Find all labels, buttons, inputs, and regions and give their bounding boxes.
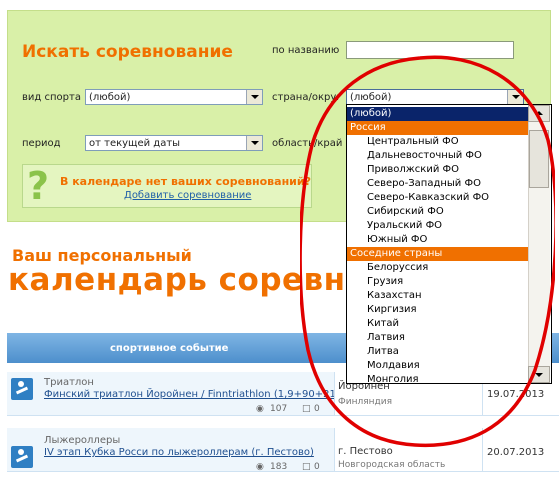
dropdown-option[interactable]: Северо-Западный ФО (347, 177, 535, 191)
row-views: 183 (270, 462, 288, 472)
dropdown-option[interactable]: Южный ФО (347, 233, 535, 247)
row-place: г. Пестово (338, 446, 393, 457)
arrow-up-icon (535, 111, 543, 115)
row-sport: Лыжероллеры (44, 435, 121, 446)
search-title: Искать соревнование (22, 42, 233, 62)
row-sport: Триатлон (44, 377, 94, 388)
dropdown-option[interactable]: Монголия (347, 373, 535, 383)
country-select[interactable]: (любой) (346, 89, 524, 105)
scrollbar-thumb[interactable] (529, 130, 549, 188)
dropdown-group: Соседние страны (347, 247, 535, 261)
period-label: период (22, 138, 61, 149)
dropdown-group: Россия (347, 121, 535, 135)
chevron-down-icon[interactable] (246, 136, 262, 150)
dropdown-option[interactable]: Литва (347, 345, 535, 359)
dropdown-option[interactable]: Центральный ФО (347, 135, 535, 149)
country-dropdown-list[interactable]: (любой) Россия Центральный ФО Дальневост… (346, 104, 552, 384)
row-event-link[interactable]: IV этап Кубка Росси по лыжероллерам (г. … (44, 447, 314, 458)
views-icon: ◉ (256, 404, 264, 414)
by-name-label: по названию (272, 45, 340, 56)
add-competition-link[interactable]: Добавить соревнование (124, 190, 251, 201)
row-comments: 0 (314, 462, 320, 472)
add-competition-question: В календаре нет ваших соревнований? (60, 175, 311, 188)
row-region: Новгородская область (338, 460, 446, 470)
period-select-value: от текущей даты (89, 138, 181, 149)
dropdown-option[interactable]: Северо-Кавказский ФО (347, 191, 535, 205)
chevron-down-icon[interactable] (246, 90, 262, 104)
triathlon-icon (11, 378, 33, 400)
scroll-down-button[interactable] (528, 366, 550, 383)
row-date: 20.07.2013 (487, 447, 545, 458)
dropdown-option[interactable]: Казахстан (347, 289, 535, 303)
scroll-up-button[interactable] (528, 105, 550, 122)
dropdown-option[interactable]: Молдавия (347, 359, 535, 373)
comment-icon: □ (302, 462, 311, 472)
sport-label: вид спорта (22, 92, 81, 103)
row-views: 107 (270, 404, 288, 414)
column-header-event[interactable]: спортивное событие (110, 343, 228, 354)
dropdown-option[interactable]: Китай (347, 317, 535, 331)
dropdown-option[interactable]: (любой) (347, 107, 535, 121)
comment-icon: □ (302, 404, 311, 414)
region-label: область/край (272, 138, 343, 149)
dropdown-option[interactable]: Приволжский ФО (347, 163, 535, 177)
views-icon: ◉ (256, 462, 264, 472)
row-event-link[interactable]: Финский триатлон Йоройнен / Finntriathlo… (44, 389, 340, 400)
dropdown-option[interactable]: Белоруссия (347, 261, 535, 275)
sport-select[interactable]: (любой) (85, 89, 263, 105)
chevron-down-icon[interactable] (507, 90, 523, 104)
question-icon: ? (26, 164, 50, 208)
country-label: страна/округ (272, 92, 342, 103)
row-date: 19.07.2013 (487, 389, 545, 400)
dropdown-option[interactable]: Латвия (347, 331, 535, 345)
row-region: Финляндия (338, 397, 393, 407)
dropdown-option[interactable]: Киргизия (347, 303, 535, 317)
dropdown-option[interactable]: Сибирский ФО (347, 205, 535, 219)
country-select-value: (любой) (350, 92, 392, 103)
rollerski-icon (11, 446, 33, 468)
row-comments: 0 (314, 404, 320, 414)
dropdown-option[interactable]: Уральский ФО (347, 219, 535, 233)
sport-select-value: (любой) (89, 92, 131, 103)
name-search-input[interactable] (346, 41, 514, 59)
dropdown-option[interactable]: Дальневосточный ФО (347, 149, 535, 163)
dropdown-option[interactable]: Грузия (347, 275, 535, 289)
period-select[interactable]: от текущей даты (85, 135, 263, 151)
arrow-down-icon (535, 373, 543, 377)
